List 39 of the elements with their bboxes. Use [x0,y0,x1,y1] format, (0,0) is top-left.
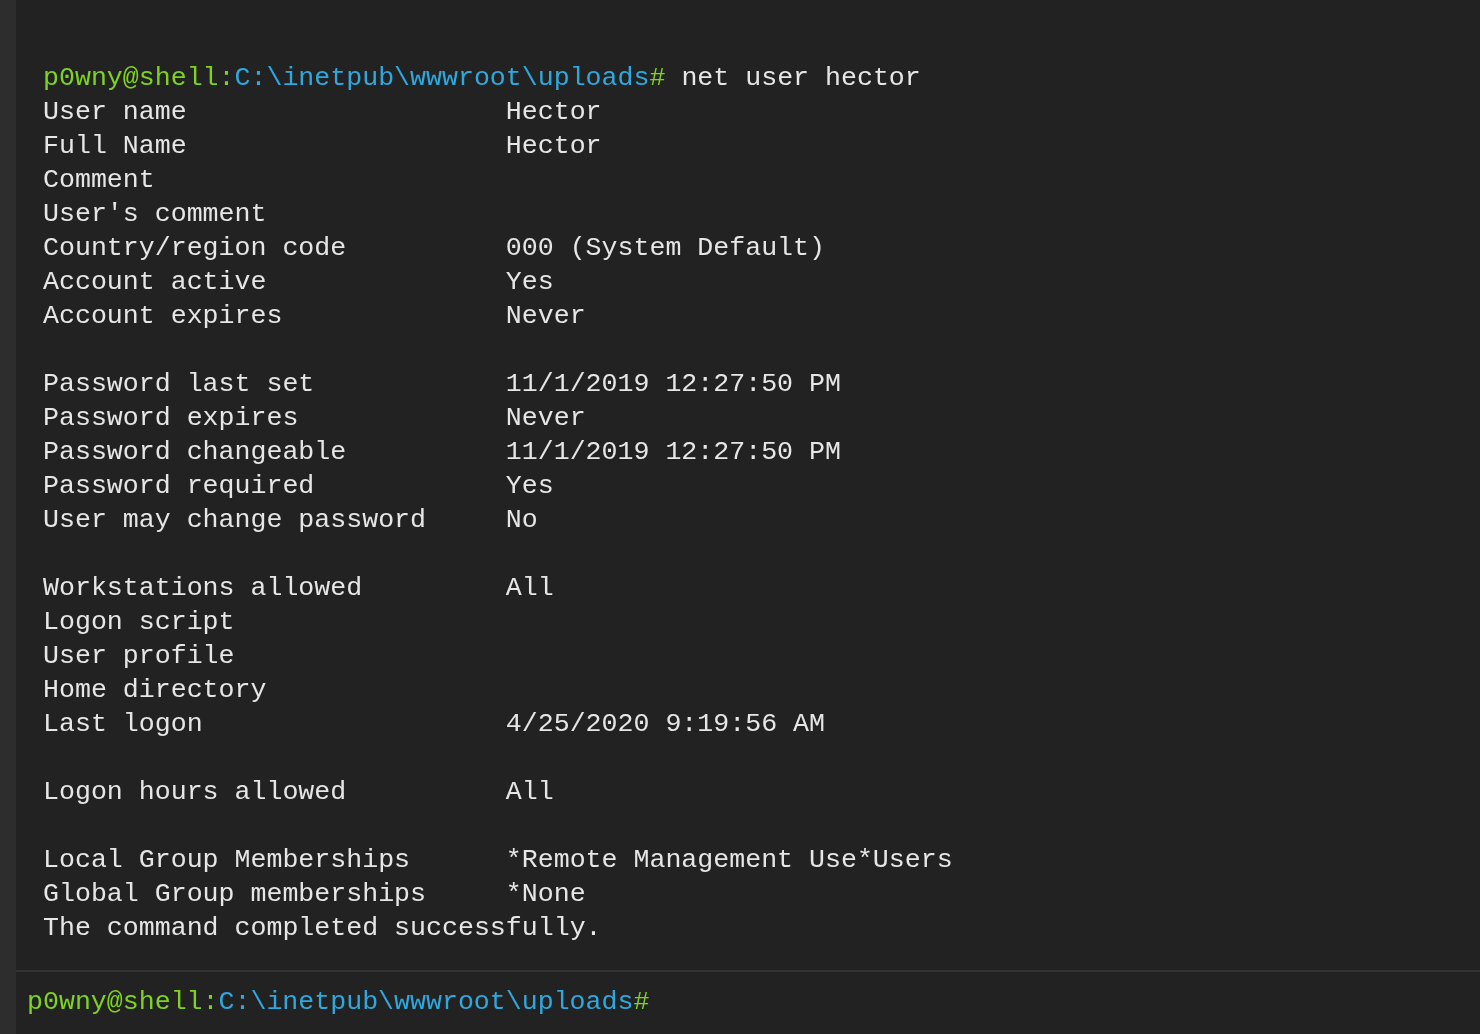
field-value: 000 (System Default) [505,232,825,265]
field-label: User name [43,96,188,129]
field-value: 11/1/2019 12:27:50 PM [505,436,841,469]
field-value: Yes [505,470,554,503]
field-label: Password expires [43,402,300,435]
field-label: User profile [43,640,236,673]
field-value: Yes [505,266,554,299]
field-label: Full Name [43,130,188,163]
field-value: Never [505,402,586,435]
shell-prompt: p0wny@shell:C:\inetpub\wwwroot\uploads# [27,986,650,1020]
field-value: Hector [505,130,602,163]
field-label: User may change password [43,504,427,537]
shell-prompt: p0wny@shell:C:\inetpub\wwwroot\uploads# [43,62,666,95]
field-value: 4/25/2020 9:19:56 AM [505,708,825,741]
field-value: *Remote Management Use*Users [505,844,953,877]
field-value: *None [505,878,586,911]
field-label: Account active [43,266,268,299]
field-label: Local Group Memberships [43,844,412,877]
field-value: 11/1/2019 12:27:50 PM [505,368,841,401]
field-label: Account expires [43,300,284,333]
field-label: Logon script [43,606,236,639]
field-value: All [505,776,554,809]
field-value: All [505,572,554,605]
field-value: Never [505,300,586,333]
field-label: User's comment [43,198,268,231]
field-label: Comment [43,164,156,197]
output-text: The command completed successfully. [43,912,602,945]
command-text: net user hector [681,62,921,95]
field-label: Password last set [43,368,316,401]
field-label: Logon hours allowed [43,776,348,809]
field-label: Password changeable [43,436,348,469]
field-label: Workstations allowed [43,572,364,605]
field-label: Home directory [43,674,268,707]
field-value: No [505,504,538,537]
field-label: Global Group memberships [43,878,427,911]
field-value: Hector [505,96,602,129]
field-label: Country/region code [43,232,348,265]
field-label: Last logon [43,708,204,741]
field-label: Password required [43,470,316,503]
